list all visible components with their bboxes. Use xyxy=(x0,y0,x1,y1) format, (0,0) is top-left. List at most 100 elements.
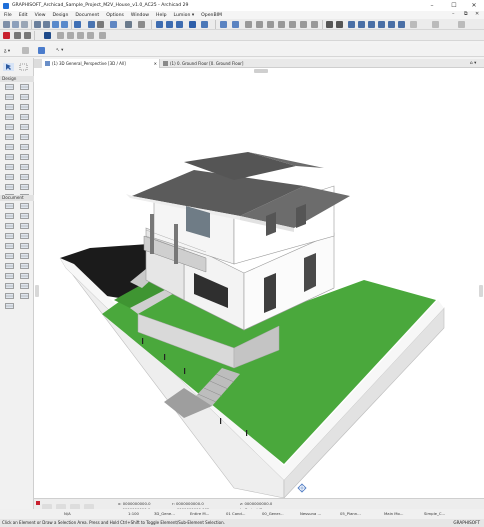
marquee-icon[interactable] xyxy=(38,47,45,54)
stair-tool-icon[interactable] xyxy=(4,143,15,151)
opening-tool-icon[interactable] xyxy=(19,163,30,171)
story-selector[interactable]: ᵹ ▾ xyxy=(4,48,10,54)
arrow-icon[interactable] xyxy=(88,21,95,28)
profile-tool-icon[interactable] xyxy=(19,173,30,181)
rotate-icon[interactable] xyxy=(256,21,263,28)
right-splitter-handle[interactable] xyxy=(479,285,483,297)
maximize-button[interactable]: ☐ xyxy=(444,0,464,11)
tracker-icon[interactable] xyxy=(368,21,375,28)
drawing-tool-icon[interactable] xyxy=(4,282,15,290)
layer-icon[interactable] xyxy=(24,32,31,39)
elevation-tool-icon[interactable] xyxy=(19,252,30,260)
interior-elev-tool-icon[interactable] xyxy=(4,262,15,270)
mvo-field[interactable]: 05_Plann... xyxy=(340,511,361,516)
arrow-tool-icon[interactable] xyxy=(3,63,14,71)
tab-ground-floor[interactable]: (1) 0. Ground Floor [0. Ground Floor] xyxy=(160,59,270,68)
window-tool-icon[interactable] xyxy=(19,123,30,131)
bimx-icon[interactable] xyxy=(44,32,51,39)
camera-icon[interactable] xyxy=(77,32,84,39)
distribute-icon[interactable] xyxy=(326,21,333,28)
beam-tool-icon[interactable] xyxy=(4,93,15,101)
scale-field[interactable]: 1:100 xyxy=(128,511,139,516)
drag-icon[interactable] xyxy=(289,21,296,28)
open-icon[interactable] xyxy=(12,21,19,28)
menu-help[interactable]: Help xyxy=(156,13,166,18)
menu-design[interactable]: Design xyxy=(53,13,69,18)
magic-wand-icon[interactable] xyxy=(74,21,81,28)
slab-tool-icon[interactable] xyxy=(19,93,30,101)
snap-icon[interactable] xyxy=(110,21,117,28)
frame-icon[interactable] xyxy=(67,32,74,39)
column-tool-icon[interactable] xyxy=(19,83,30,91)
zoom-field[interactable]: N/A xyxy=(64,511,71,516)
render-icon[interactable] xyxy=(87,32,94,39)
doc-restore-button[interactable]: ⧉ xyxy=(464,11,468,17)
home-icon[interactable] xyxy=(3,21,10,28)
railing-tool-icon[interactable] xyxy=(19,143,30,151)
hotspot-tool-icon[interactable] xyxy=(19,242,30,250)
level-dim-tool-icon[interactable] xyxy=(19,202,30,210)
close-button[interactable]: ✕ xyxy=(464,0,484,11)
roof-tool-icon[interactable] xyxy=(4,103,15,111)
tab-list-icon[interactable] xyxy=(34,59,42,68)
doc-close-button[interactable]: ✕ xyxy=(475,11,479,17)
multiply-icon[interactable] xyxy=(458,21,465,28)
drag-handle-icon[interactable] xyxy=(410,21,417,28)
close-tab-icon[interactable]: ✕ xyxy=(154,61,157,66)
offset-icon[interactable] xyxy=(245,21,252,28)
viewport-top-handle[interactable] xyxy=(254,69,268,73)
lamp-tool-icon[interactable] xyxy=(19,153,30,161)
left-splitter-handle[interactable] xyxy=(35,285,39,297)
3d-viewport[interactable] xyxy=(34,68,484,498)
3d-view-icon[interactable] xyxy=(176,21,183,28)
menu-edit[interactable]: Edit xyxy=(19,13,28,18)
change-tool-icon[interactable] xyxy=(19,272,30,280)
align-icon[interactable] xyxy=(336,21,343,28)
line-tool-icon[interactable] xyxy=(19,222,30,230)
zone-tool-icon[interactable] xyxy=(19,113,30,121)
edit-mode-icon[interactable] xyxy=(232,21,239,28)
guides-icon[interactable] xyxy=(138,21,145,28)
menu-file[interactable]: File xyxy=(4,13,12,18)
cw-frame-tool-icon[interactable] xyxy=(4,183,15,191)
renovation-filter-field[interactable]: Nessuna ... xyxy=(300,511,321,516)
cw-panel-tool-icon[interactable] xyxy=(19,183,30,191)
section-view-icon[interactable] xyxy=(166,21,173,28)
refresh-icon[interactable] xyxy=(21,21,28,28)
issue-icon[interactable] xyxy=(378,21,385,28)
arc-tool-icon[interactable] xyxy=(4,232,15,240)
layers-main-field[interactable]: Main Mo... xyxy=(384,511,403,516)
pick-up-icon[interactable] xyxy=(52,21,59,28)
pointer-selector[interactable]: ↖ ▾ xyxy=(56,48,63,53)
rotate-tool-icon[interactable] xyxy=(432,21,439,28)
menu-options[interactable]: Options xyxy=(106,13,124,18)
figure-tool-icon[interactable] xyxy=(19,282,30,290)
menu-window[interactable]: Window xyxy=(131,13,149,18)
curtain-wall-tool-icon[interactable] xyxy=(19,133,30,141)
structure-display-field[interactable]: 00_Gener... xyxy=(262,511,284,516)
layer-combination-field[interactable]: 3D_Gene... xyxy=(154,511,175,516)
trim-icon[interactable] xyxy=(97,21,104,28)
stretch-icon[interactable] xyxy=(300,21,307,28)
beam-column-tool-icon[interactable] xyxy=(4,173,15,181)
doc-minimize-button[interactable]: – xyxy=(452,11,455,17)
layer-selector-icon[interactable] xyxy=(22,47,29,54)
section-tool-icon[interactable] xyxy=(4,252,15,260)
inject-icon[interactable] xyxy=(61,21,68,28)
publish-icon[interactable] xyxy=(201,21,208,28)
radial-dim-tool-icon[interactable] xyxy=(19,292,30,300)
worksheet-tool-icon[interactable] xyxy=(19,262,30,270)
library-icon[interactable] xyxy=(388,21,395,28)
eraser-icon[interactable] xyxy=(14,32,21,39)
wall-tool-icon[interactable] xyxy=(4,83,15,91)
door-tool-icon[interactable] xyxy=(4,123,15,131)
minimize-button[interactable]: – xyxy=(422,0,442,11)
angle-dim-tool-icon[interactable] xyxy=(4,302,15,310)
undo-icon[interactable] xyxy=(34,21,41,28)
menu-openbim[interactable]: OpenBIM xyxy=(201,13,222,18)
detail-tool-icon[interactable] xyxy=(4,272,15,280)
redo-icon[interactable] xyxy=(43,21,50,28)
tag-icon[interactable] xyxy=(398,21,405,28)
marquee-tool-icon[interactable] xyxy=(18,63,29,71)
elevate-icon[interactable] xyxy=(278,21,285,28)
